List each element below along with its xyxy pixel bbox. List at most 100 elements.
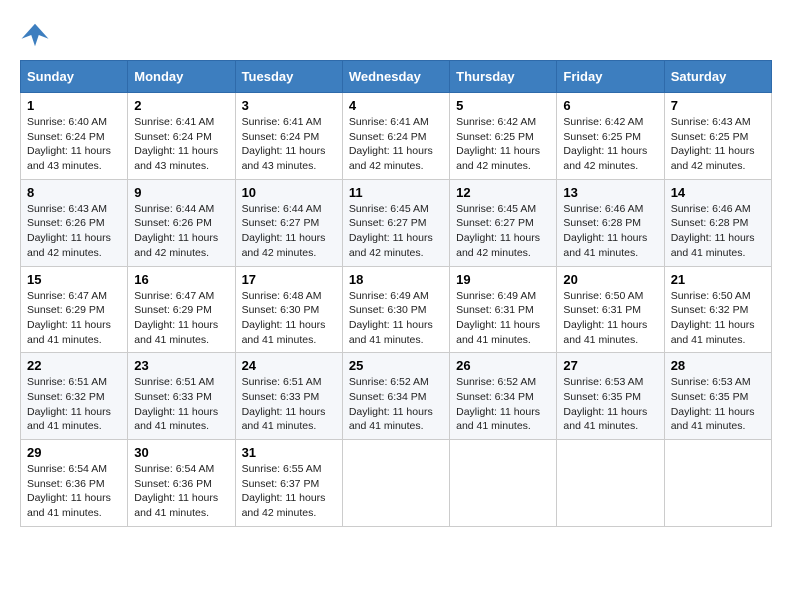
cell-sun-info: Sunrise: 6:45 AMSunset: 6:27 PMDaylight:…	[349, 203, 433, 259]
day-number: 16	[134, 272, 228, 287]
page-header	[20, 20, 772, 50]
calendar-row: 1 Sunrise: 6:40 AMSunset: 6:24 PMDaylight…	[21, 93, 772, 180]
cell-sun-info: Sunrise: 6:48 AMSunset: 6:30 PMDaylight:…	[242, 290, 326, 346]
calendar-cell: 15 Sunrise: 6:47 AMSunset: 6:29 PMDayligh…	[21, 266, 128, 353]
day-number: 15	[27, 272, 121, 287]
day-number: 11	[349, 185, 443, 200]
calendar-cell: 7Sunrise: 6:43 AMSunset: 6:25 PMDaylight…	[664, 93, 771, 180]
calendar-cell: 26 Sunrise: 6:52 AMSunset: 6:34 PMDayligh…	[450, 353, 557, 440]
calendar-cell: 21Sunrise: 6:50 AMSunset: 6:32 PMDayligh…	[664, 266, 771, 353]
calendar-cell: 2 Sunrise: 6:41 AMSunset: 6:24 PMDaylight…	[128, 93, 235, 180]
calendar-row: 29 Sunrise: 6:54 AMSunset: 6:36 PMDayligh…	[21, 440, 772, 527]
cell-sun-info: Sunrise: 6:51 AMSunset: 6:33 PMDaylight:…	[242, 376, 326, 432]
cell-sun-info: Sunrise: 6:41 AMSunset: 6:24 PMDaylight:…	[134, 116, 218, 172]
calendar-cell: 28 Sunrise: 6:53 AMSunset: 6:35 PMDayligh…	[664, 353, 771, 440]
day-number: 17	[242, 272, 336, 287]
cell-sun-info: Sunrise: 6:51 AMSunset: 6:32 PMDaylight:…	[27, 376, 111, 432]
cell-sun-info: Sunrise: 6:42 AMSunset: 6:25 PMDaylight:…	[456, 116, 540, 172]
cell-sun-info: Sunrise: 6:54 AMSunset: 6:36 PMDaylight:…	[134, 463, 218, 519]
cell-sun-info: Sunrise: 6:47 AMSunset: 6:29 PMDaylight:…	[134, 290, 218, 346]
calendar-cell: 29 Sunrise: 6:54 AMSunset: 6:36 PMDayligh…	[21, 440, 128, 527]
cell-sun-info: Sunrise: 6:49 AMSunset: 6:31 PMDaylight:…	[456, 290, 540, 346]
calendar-cell: 3 Sunrise: 6:41 AMSunset: 6:24 PMDaylight…	[235, 93, 342, 180]
day-number: 6	[563, 98, 657, 113]
day-number: 30	[134, 445, 228, 460]
calendar-cell: 25 Sunrise: 6:52 AMSunset: 6:34 PMDayligh…	[342, 353, 449, 440]
calendar-cell: 8 Sunrise: 6:43 AMSunset: 6:26 PMDaylight…	[21, 179, 128, 266]
calendar-row: 15 Sunrise: 6:47 AMSunset: 6:29 PMDayligh…	[21, 266, 772, 353]
day-number: 21	[671, 272, 765, 287]
cell-sun-info: Sunrise: 6:41 AMSunset: 6:24 PMDaylight:…	[242, 116, 326, 172]
calendar-cell: 31 Sunrise: 6:55 AMSunset: 6:37 PMDayligh…	[235, 440, 342, 527]
calendar-cell: 19 Sunrise: 6:49 AMSunset: 6:31 PMDayligh…	[450, 266, 557, 353]
calendar-cell: 6Sunrise: 6:42 AMSunset: 6:25 PMDaylight…	[557, 93, 664, 180]
calendar-cell: 9 Sunrise: 6:44 AMSunset: 6:26 PMDaylight…	[128, 179, 235, 266]
cell-sun-info: Sunrise: 6:52 AMSunset: 6:34 PMDaylight:…	[349, 376, 433, 432]
day-number: 22	[27, 358, 121, 373]
day-number: 1	[27, 98, 121, 113]
column-header-friday: Friday	[557, 61, 664, 93]
cell-sun-info: Sunrise: 6:43 AMSunset: 6:26 PMDaylight:…	[27, 203, 111, 259]
cell-sun-info: Sunrise: 6:40 AMSunset: 6:24 PMDaylight:…	[27, 116, 111, 172]
cell-sun-info: Sunrise: 6:46 AMSunset: 6:28 PMDaylight:…	[563, 203, 647, 259]
column-header-thursday: Thursday	[450, 61, 557, 93]
calendar-cell: 20Sunrise: 6:50 AMSunset: 6:31 PMDayligh…	[557, 266, 664, 353]
calendar-cell	[557, 440, 664, 527]
calendar-cell: 22 Sunrise: 6:51 AMSunset: 6:32 PMDayligh…	[21, 353, 128, 440]
day-number: 26	[456, 358, 550, 373]
cell-sun-info: Sunrise: 6:49 AMSunset: 6:30 PMDaylight:…	[349, 290, 433, 346]
calendar-cell: 30 Sunrise: 6:54 AMSunset: 6:36 PMDayligh…	[128, 440, 235, 527]
calendar-cell: 1 Sunrise: 6:40 AMSunset: 6:24 PMDaylight…	[21, 93, 128, 180]
calendar-row: 8 Sunrise: 6:43 AMSunset: 6:26 PMDaylight…	[21, 179, 772, 266]
day-number: 12	[456, 185, 550, 200]
calendar-cell: 18 Sunrise: 6:49 AMSunset: 6:30 PMDayligh…	[342, 266, 449, 353]
cell-sun-info: Sunrise: 6:46 AMSunset: 6:28 PMDaylight:…	[671, 203, 755, 259]
day-number: 19	[456, 272, 550, 287]
calendar-cell: 16 Sunrise: 6:47 AMSunset: 6:29 PMDayligh…	[128, 266, 235, 353]
day-number: 24	[242, 358, 336, 373]
column-header-monday: Monday	[128, 61, 235, 93]
day-number: 28	[671, 358, 765, 373]
day-number: 14	[671, 185, 765, 200]
calendar-cell	[664, 440, 771, 527]
calendar-cell: 27Sunrise: 6:53 AMSunset: 6:35 PMDayligh…	[557, 353, 664, 440]
cell-sun-info: Sunrise: 6:43 AMSunset: 6:25 PMDaylight:…	[671, 116, 755, 172]
calendar-cell: 13Sunrise: 6:46 AMSunset: 6:28 PMDayligh…	[557, 179, 664, 266]
calendar-cell: 4 Sunrise: 6:41 AMSunset: 6:24 PMDaylight…	[342, 93, 449, 180]
day-number: 8	[27, 185, 121, 200]
cell-sun-info: Sunrise: 6:54 AMSunset: 6:36 PMDaylight:…	[27, 463, 111, 519]
calendar-header-row: SundayMondayTuesdayWednesdayThursdayFrid…	[21, 61, 772, 93]
cell-sun-info: Sunrise: 6:44 AMSunset: 6:26 PMDaylight:…	[134, 203, 218, 259]
logo	[20, 20, 54, 50]
logo-icon	[20, 20, 50, 50]
calendar-cell: 14 Sunrise: 6:46 AMSunset: 6:28 PMDayligh…	[664, 179, 771, 266]
cell-sun-info: Sunrise: 6:47 AMSunset: 6:29 PMDaylight:…	[27, 290, 111, 346]
cell-sun-info: Sunrise: 6:53 AMSunset: 6:35 PMDaylight:…	[563, 376, 647, 432]
column-header-wednesday: Wednesday	[342, 61, 449, 93]
column-header-saturday: Saturday	[664, 61, 771, 93]
day-number: 2	[134, 98, 228, 113]
cell-sun-info: Sunrise: 6:52 AMSunset: 6:34 PMDaylight:…	[456, 376, 540, 432]
day-number: 29	[27, 445, 121, 460]
cell-sun-info: Sunrise: 6:41 AMSunset: 6:24 PMDaylight:…	[349, 116, 433, 172]
calendar-cell: 17 Sunrise: 6:48 AMSunset: 6:30 PMDayligh…	[235, 266, 342, 353]
day-number: 5	[456, 98, 550, 113]
day-number: 4	[349, 98, 443, 113]
cell-sun-info: Sunrise: 6:55 AMSunset: 6:37 PMDaylight:…	[242, 463, 326, 519]
column-header-sunday: Sunday	[21, 61, 128, 93]
calendar-cell: 12Sunrise: 6:45 AMSunset: 6:27 PMDayligh…	[450, 179, 557, 266]
cell-sun-info: Sunrise: 6:50 AMSunset: 6:31 PMDaylight:…	[563, 290, 647, 346]
day-number: 18	[349, 272, 443, 287]
day-number: 3	[242, 98, 336, 113]
day-number: 9	[134, 185, 228, 200]
calendar-row: 22 Sunrise: 6:51 AMSunset: 6:32 PMDayligh…	[21, 353, 772, 440]
calendar-cell: 24 Sunrise: 6:51 AMSunset: 6:33 PMDayligh…	[235, 353, 342, 440]
day-number: 31	[242, 445, 336, 460]
calendar-table: SundayMondayTuesdayWednesdayThursdayFrid…	[20, 60, 772, 527]
day-number: 25	[349, 358, 443, 373]
cell-sun-info: Sunrise: 6:53 AMSunset: 6:35 PMDaylight:…	[671, 376, 755, 432]
calendar-cell: 10Sunrise: 6:44 AMSunset: 6:27 PMDayligh…	[235, 179, 342, 266]
calendar-cell: 23Sunrise: 6:51 AMSunset: 6:33 PMDayligh…	[128, 353, 235, 440]
cell-sun-info: Sunrise: 6:51 AMSunset: 6:33 PMDaylight:…	[134, 376, 218, 432]
calendar-cell: 5 Sunrise: 6:42 AMSunset: 6:25 PMDaylight…	[450, 93, 557, 180]
